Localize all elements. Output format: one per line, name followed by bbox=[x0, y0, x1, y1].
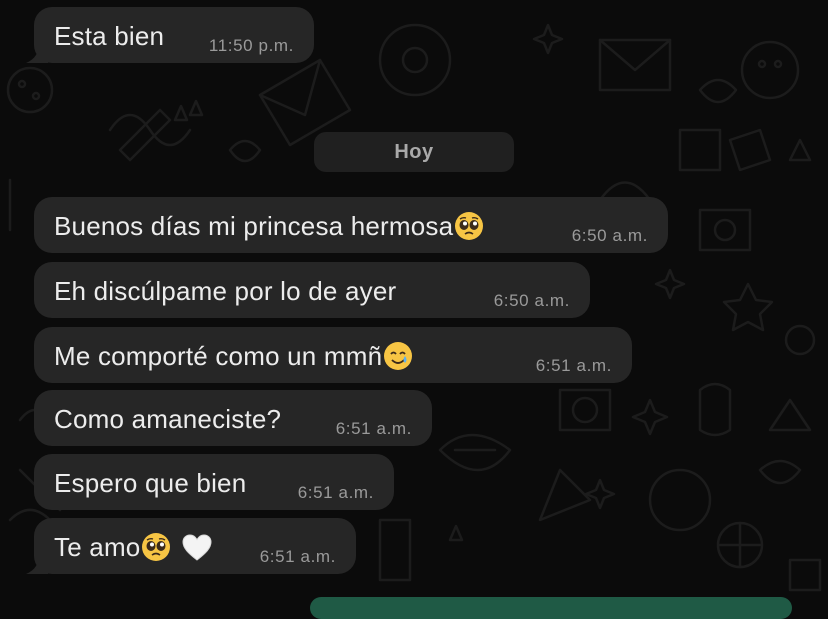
message-timestamp: 6:51 a.m. bbox=[259, 547, 336, 566]
message-text: Eh discúlpame por lo de ayer bbox=[54, 276, 397, 306]
pleading-face-icon bbox=[142, 533, 171, 561]
bubble-tail bbox=[26, 43, 48, 63]
message-bubble[interactable]: Esta bien 11:50 p.m. bbox=[26, 7, 314, 63]
white-heart-icon bbox=[182, 534, 212, 561]
pleading-face-icon bbox=[455, 212, 484, 240]
message-text-line: Buenos días mi princesa hermosa bbox=[54, 211, 484, 242]
message-text: Te amo bbox=[54, 532, 141, 562]
message-bubble[interactable]: Como amaneciste? 6:51 a.m. bbox=[34, 390, 432, 446]
message-text: Espero que bien bbox=[54, 468, 247, 498]
bubble-tail bbox=[26, 554, 48, 574]
message-text-line: Me comporté como un mmñ bbox=[54, 341, 413, 372]
message-bubble[interactable]: Te amo 6:51 a.m. bbox=[26, 518, 356, 574]
message-timestamp: 6:51 a.m. bbox=[297, 483, 374, 502]
smiling-face-with-tear-icon bbox=[384, 342, 413, 370]
message-text: Buenos días mi princesa hermosa bbox=[54, 211, 454, 241]
message-bubble[interactable]: Me comporté como un mmñ 6:51 a.m. bbox=[34, 327, 632, 383]
message-text: Como amaneciste? bbox=[54, 404, 282, 434]
chat-area[interactable]: Esta bien 11:50 p.m. Hoy Buenos días mi … bbox=[0, 0, 828, 619]
message-text-line: Te amo bbox=[54, 532, 212, 563]
date-separator: Hoy bbox=[314, 132, 514, 172]
message-timestamp: 6:50 a.m. bbox=[571, 226, 648, 245]
message-timestamp: 6:50 a.m. bbox=[493, 291, 570, 310]
message-timestamp: 11:50 p.m. bbox=[208, 36, 294, 55]
outgoing-message-bubble-partial[interactable] bbox=[310, 597, 792, 619]
message-text: Esta bien bbox=[54, 21, 165, 51]
message-bubble[interactable]: Buenos días mi princesa hermosa 6:50 a.m… bbox=[34, 197, 668, 253]
message-timestamp: 6:51 a.m. bbox=[335, 419, 412, 438]
message-bubble[interactable]: Espero que bien 6:51 a.m. bbox=[34, 454, 394, 510]
message-bubble[interactable]: Eh discúlpame por lo de ayer 6:50 a.m. bbox=[34, 262, 590, 318]
message-timestamp: 6:51 a.m. bbox=[535, 356, 612, 375]
message-text: Me comporté como un mmñ bbox=[54, 341, 383, 371]
